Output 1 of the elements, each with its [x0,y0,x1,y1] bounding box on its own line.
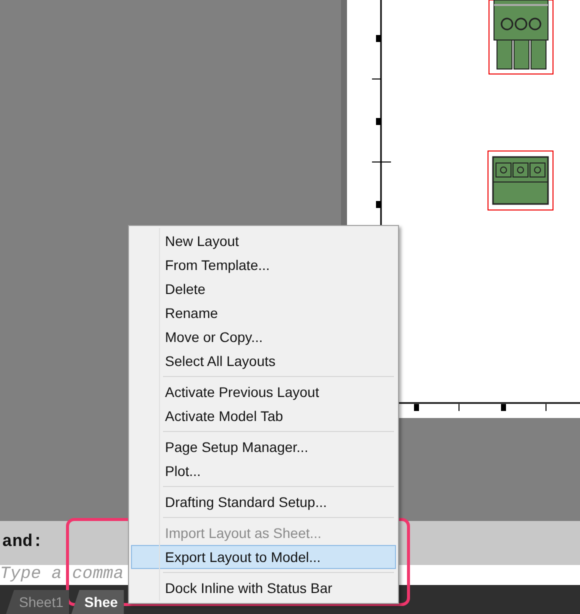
command-prompt: and: [2,532,43,554]
